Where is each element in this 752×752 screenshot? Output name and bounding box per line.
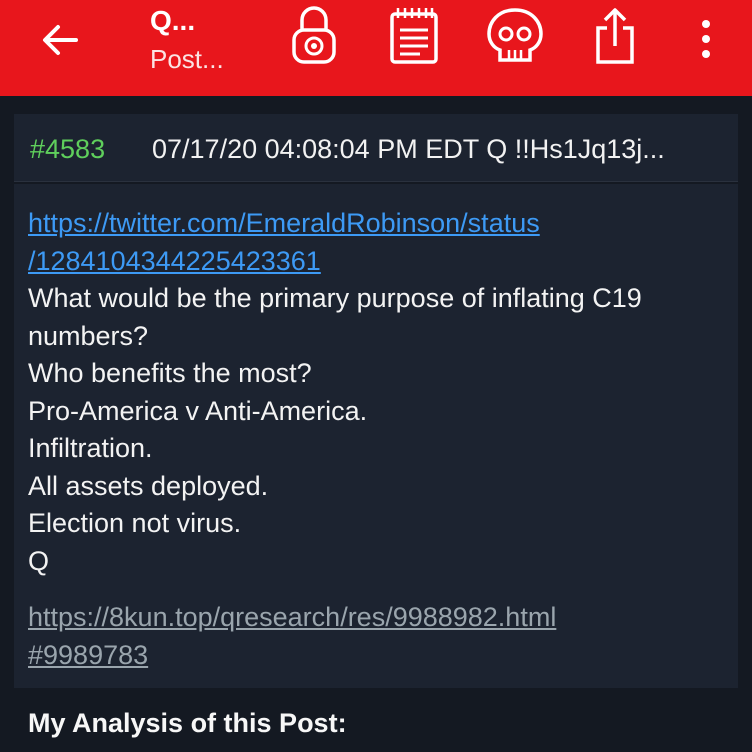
- post-signature: Q: [28, 545, 50, 576]
- back-arrow-icon[interactable]: [38, 18, 82, 62]
- post-text: What would be the primary purpose of inf…: [28, 280, 642, 580]
- post-line: Infiltration.: [28, 433, 153, 463]
- source-link[interactable]: https://8kun.top/qresearch/res/9988982.h…: [28, 598, 556, 674]
- share-icon[interactable]: [590, 4, 640, 66]
- skull-icon[interactable]: [484, 4, 546, 66]
- post-line: Pro-America v Anti-America.: [28, 395, 368, 426]
- post-line: Election not virus.: [28, 508, 242, 538]
- overflow-menu-icon[interactable]: [696, 18, 716, 60]
- source-link-line-2[interactable]: #9989783: [28, 636, 556, 674]
- lock-icon[interactable]: [286, 4, 342, 66]
- notepad-icon[interactable]: [386, 4, 442, 66]
- post-number[interactable]: #4583: [30, 134, 105, 165]
- post-line: numbers?: [28, 320, 149, 351]
- toolbar-titles: Q... Post...: [150, 4, 224, 76]
- post-line: What would be the primary purpose of inf…: [28, 283, 642, 313]
- toolbar-subtitle: Post...: [150, 44, 224, 74]
- app-toolbar: Q... Post...: [0, 0, 752, 96]
- analysis-heading: My Analysis of this Post:: [28, 708, 347, 738]
- post-line: Who benefits the most?: [28, 358, 312, 388]
- twitter-link-line-1[interactable]: https://twitter.com/EmeraldRobinson/stat…: [28, 204, 540, 242]
- post-line: All assets deployed.: [28, 470, 269, 501]
- post-body: https://twitter.com/EmeraldRobinson/stat…: [14, 184, 738, 688]
- toolbar-title: Q...: [150, 5, 196, 36]
- twitter-link-line-2[interactable]: /1284104344225423361: [28, 242, 540, 280]
- twitter-link[interactable]: https://twitter.com/EmeraldRobinson/stat…: [28, 204, 540, 280]
- post-meta: 07/17/20 04:08:04 PM EDT Q !!Hs1Jq13j...: [152, 134, 665, 164]
- source-link-line-1[interactable]: https://8kun.top/qresearch/res/9988982.h…: [28, 598, 556, 636]
- post-header: #4583 07/17/20 04:08:04 PM EDT Q !!Hs1Jq…: [14, 114, 738, 182]
